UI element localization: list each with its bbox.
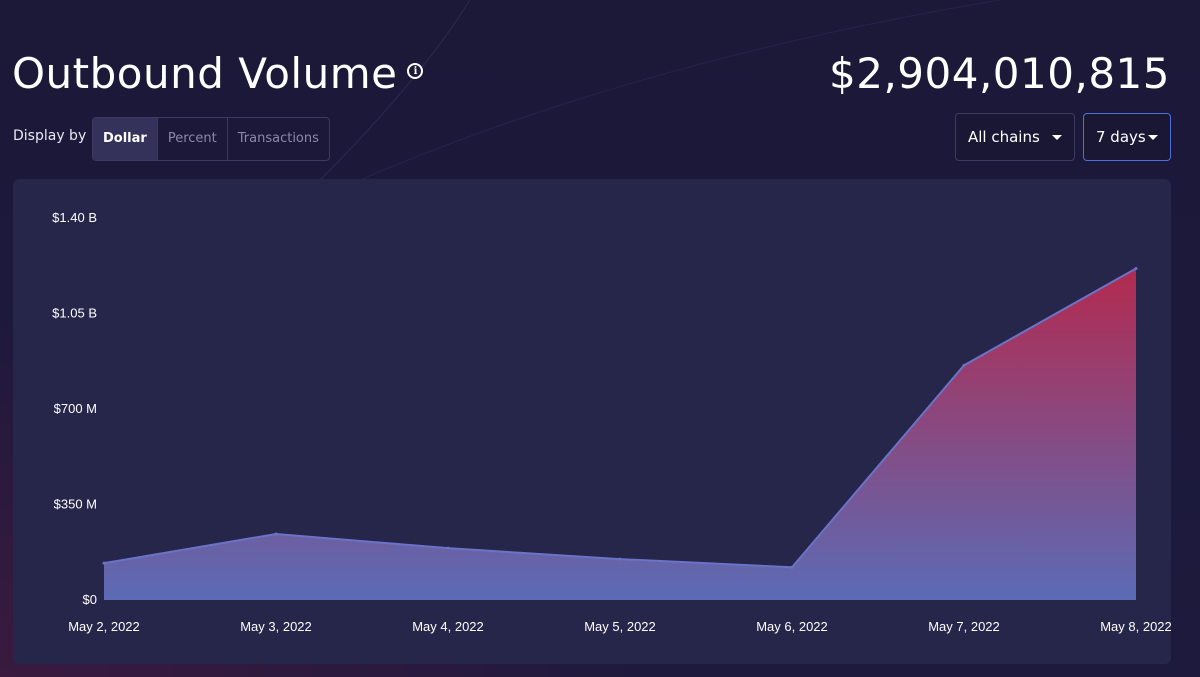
volume-area-chart: $0 $350 M $700 M $1.05 B $1.40 B May 2, 2022… bbox=[52, 210, 1171, 634]
data-point[interactable] bbox=[1134, 266, 1138, 270]
data-point[interactable] bbox=[102, 561, 106, 565]
chart-card: $0 $350 M $700 M $1.05 B $1.40 B May 2, 2022… bbox=[13, 179, 1171, 664]
y-tick-label: $350 M bbox=[54, 497, 97, 512]
y-tick-label: $0 bbox=[83, 592, 97, 607]
time-range-dropdown-label: 7 days bbox=[1096, 128, 1146, 146]
y-tick-label: $700 M bbox=[54, 401, 97, 416]
display-transactions-button[interactable]: Transactions bbox=[228, 118, 329, 160]
data-point[interactable] bbox=[446, 546, 450, 550]
total-volume-value: $2,904,010,815 bbox=[829, 49, 1170, 98]
display-percent-button[interactable]: Percent bbox=[158, 118, 228, 160]
display-by-toggle: Dollar Percent Transactions bbox=[92, 117, 330, 161]
volume-area bbox=[104, 268, 1136, 600]
data-point[interactable] bbox=[618, 557, 622, 561]
display-by-label: Display by bbox=[13, 128, 87, 144]
page-title: Outbound Volume bbox=[12, 49, 398, 98]
display-dollar-button[interactable]: Dollar bbox=[93, 118, 158, 160]
time-range-dropdown[interactable]: 7 days bbox=[1083, 113, 1171, 161]
data-point[interactable] bbox=[274, 532, 278, 536]
chevron-down-icon bbox=[1148, 134, 1158, 140]
chains-dropdown[interactable]: All chains bbox=[955, 113, 1075, 161]
y-tick-label: $1.40 B bbox=[52, 210, 97, 225]
x-tick-label: May 7, 2022 bbox=[928, 619, 1000, 634]
title-row: Outbound Volume i bbox=[12, 46, 424, 102]
x-tick-label: May 3, 2022 bbox=[240, 619, 312, 634]
x-tick-label: May 5, 2022 bbox=[584, 619, 656, 634]
x-tick-label: May 8, 2022 bbox=[1100, 619, 1171, 634]
x-tick-label: May 6, 2022 bbox=[756, 619, 828, 634]
x-tick-label: May 4, 2022 bbox=[412, 619, 484, 634]
y-tick-label: $1.05 B bbox=[52, 306, 97, 321]
data-point[interactable] bbox=[962, 363, 966, 367]
info-icon[interactable]: i bbox=[407, 63, 424, 79]
chevron-down-icon bbox=[1052, 134, 1062, 140]
x-tick-label: May 2, 2022 bbox=[68, 619, 140, 634]
chains-dropdown-label: All chains bbox=[968, 128, 1040, 146]
data-point[interactable] bbox=[790, 565, 794, 569]
